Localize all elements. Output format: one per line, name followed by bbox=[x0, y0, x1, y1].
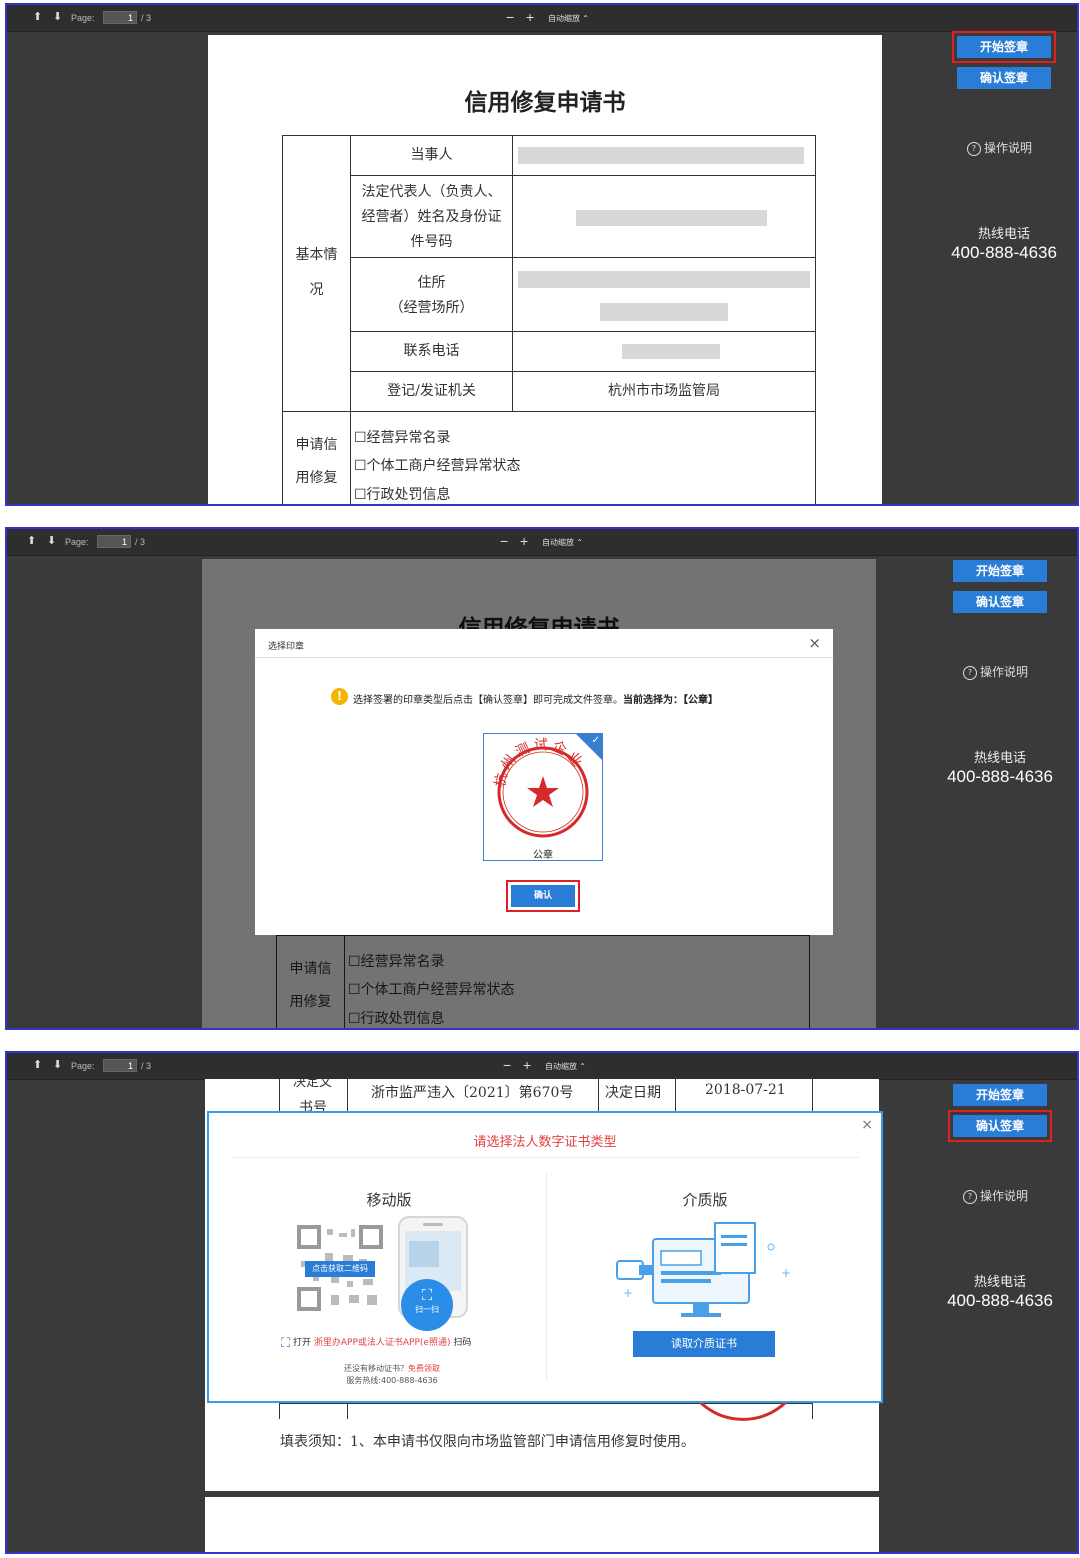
select-seal-modal: 选择印章 × ! 选择签署的印章类型后点击【确认签章】即可完成文件签章。当前选择… bbox=[255, 629, 833, 935]
redacted-value bbox=[518, 147, 804, 164]
scan-frame-icon: ⛶ bbox=[281, 1336, 291, 1351]
page-total: / 3 bbox=[141, 1061, 152, 1071]
page-label: Page: bbox=[71, 13, 95, 23]
seal-confirm-button[interactable]: 确认 bbox=[506, 880, 580, 912]
prev-page-icon[interactable]: ⬆ bbox=[33, 1058, 42, 1071]
row-label-phone: 联系电话 bbox=[403, 343, 460, 359]
start-sign-button[interactable]: 开始签章 bbox=[953, 1084, 1047, 1106]
question-icon: ? bbox=[963, 666, 977, 680]
scan-icon: ⛶ bbox=[421, 1286, 433, 1304]
start-sign-button[interactable]: 开始签章 bbox=[953, 560, 1047, 582]
pdf-toolbar: ⬆ ⬇ Page: 1 / 3 − + 自动缩放 ⌃ bbox=[7, 529, 1077, 556]
prev-page-icon[interactable]: ⬆ bbox=[33, 10, 42, 23]
fill-notice: 填表须知：1、本申请书仅限向市场监管部门申请信用修复时使用。 bbox=[280, 1434, 695, 1450]
section-basic-label: 基本情况 bbox=[295, 247, 338, 298]
viewer-panel-3: ⬆ ⬇ Page: 1 / 3 − + 自动缩放 ⌃ 决定文 书号 浙市监严违入… bbox=[5, 1051, 1079, 1554]
doc-no-label-top: 决定文 bbox=[293, 1079, 333, 1090]
checkbox-individual-abnormal[interactable]: ☐个体工商户经营异常状态 bbox=[354, 455, 521, 475]
hotline-number: 400-888-4636 bbox=[947, 1291, 1053, 1310]
get-qr-button[interactable]: 点击获取二维码 bbox=[305, 1261, 375, 1277]
warning-icon: ! bbox=[331, 688, 348, 705]
zoom-out-button[interactable]: − bbox=[506, 9, 514, 25]
svg-text:杭州测试企业: 杭州测试企业 bbox=[492, 737, 587, 788]
redacted-value bbox=[600, 303, 728, 321]
page-total: / 3 bbox=[141, 13, 152, 23]
date-value: 2018-07-21 bbox=[705, 1082, 786, 1098]
hotline-label: 热线电话 bbox=[973, 1275, 1026, 1290]
zoom-in-button[interactable]: + bbox=[523, 1057, 531, 1073]
scan-button[interactable]: ⛶ 扫一扫 bbox=[401, 1279, 453, 1331]
confirm-sign-button[interactable]: 确认签章 bbox=[948, 1110, 1052, 1142]
zoom-out-button[interactable]: − bbox=[500, 533, 508, 549]
row-label-party: 当事人 bbox=[410, 147, 453, 163]
start-sign-button[interactable]: 开始签章 bbox=[952, 31, 1056, 63]
no-cert-note: 还没有移动证书？免费领取 bbox=[344, 1364, 440, 1373]
zoom-out-button[interactable]: − bbox=[503, 1057, 511, 1073]
document-title: 信用修复申请书 bbox=[464, 89, 626, 116]
zoom-in-button[interactable]: + bbox=[526, 9, 534, 25]
pdf-toolbar: ⬆ ⬇ Page: 1 / 3 − + 自动缩放 ⌃ bbox=[7, 1053, 1077, 1080]
question-icon: ? bbox=[963, 1190, 977, 1204]
viewer-panel-2: ⬆ ⬇ Page: 1 / 3 − + 自动缩放 ⌃ 信用修复申请书 申请信用修… bbox=[5, 527, 1079, 1030]
document-page-next bbox=[205, 1497, 879, 1552]
confirm-sign-button[interactable]: 确认签章 bbox=[957, 67, 1051, 89]
next-page-icon[interactable]: ⬇ bbox=[47, 534, 56, 547]
cert-type-modal: 请选择法人数字证书类型 × 移动版 点击获取二维码 ⛶ 扫一扫 ⛶ 打开 浙里办… bbox=[207, 1111, 883, 1403]
redacted-value bbox=[518, 271, 810, 288]
hotline-number: 400-888-4636 bbox=[947, 767, 1053, 786]
row-label-legal-rep: 法定代表人（负责人、 经营者）姓名及身份证 件号码 bbox=[361, 184, 502, 250]
open-app-hint: ⛶ 打开 浙里办APP或法人证书APP(e照通) 扫码 bbox=[281, 1336, 472, 1351]
computer-usb-icon: + + bbox=[616, 1222, 791, 1317]
confirm-sign-button[interactable]: 确认签章 bbox=[953, 591, 1047, 613]
authority-value: 杭州市市场监管局 bbox=[608, 383, 720, 399]
section-apply-label: 申请信用修复 bbox=[295, 437, 338, 486]
seal-option-official[interactable]: 杭州测试企业 ✓ 公章 bbox=[483, 733, 603, 861]
next-page-icon[interactable]: ⬇ bbox=[53, 1058, 62, 1071]
help-link[interactable]: ? 操作说明 bbox=[963, 663, 1028, 680]
page-label: Page: bbox=[65, 537, 89, 547]
page-input[interactable]: 1 bbox=[103, 11, 137, 24]
document-page: 信用修复申请书 基本情况 当事人 法定代表人（负责人、 经营者）姓名及身份证 件号码… bbox=[208, 35, 882, 504]
date-label: 决定日期 bbox=[605, 1085, 661, 1101]
doc-no-value: 浙市监严违入〔2021〕第670号 bbox=[371, 1085, 574, 1101]
checkbox-abnormal-list[interactable]: ☐经营异常名录 bbox=[354, 427, 451, 447]
viewer-panel-1: ⬆ ⬇ Page: 1 / 3 − + 自动缩放 ⌃ 信用修复申请书 基本情况 … bbox=[5, 3, 1079, 506]
pdf-toolbar: ⬆ ⬇ Page: 1 / 3 − + 自动缩放 ⌃ bbox=[7, 5, 1077, 32]
checkbox-penalty-info[interactable]: ☐行政处罚信息 bbox=[354, 484, 451, 504]
close-icon[interactable]: × bbox=[861, 1117, 873, 1133]
next-page-icon[interactable]: ⬇ bbox=[53, 10, 62, 23]
modal-message: 选择签署的印章类型后点击【确认签章】即可完成文件签章。当前选择为：【公章】 bbox=[353, 695, 718, 706]
page-total: / 3 bbox=[135, 537, 146, 547]
question-icon: ? bbox=[967, 142, 981, 156]
hotline-number: 400-888-4636 bbox=[951, 243, 1057, 262]
svg-text:+: + bbox=[781, 1266, 791, 1280]
zoom-in-button[interactable]: + bbox=[520, 533, 528, 549]
page-label: Page: bbox=[71, 1061, 95, 1071]
page-input[interactable]: 1 bbox=[97, 535, 131, 548]
modal-title: 请选择法人数字证书类型 bbox=[473, 1135, 617, 1150]
zoom-select[interactable]: 自动缩放 ⌃ bbox=[545, 1061, 586, 1072]
hotline-label: 热线电话 bbox=[977, 227, 1030, 242]
mobile-version-title: 移动版 bbox=[366, 1191, 412, 1209]
seal-name: 公章 bbox=[533, 850, 553, 861]
read-media-cert-button[interactable]: 读取介质证书 bbox=[633, 1331, 775, 1357]
zoom-select[interactable]: 自动缩放 ⌃ bbox=[542, 537, 583, 548]
media-version-title: 介质版 bbox=[682, 1191, 728, 1209]
check-icon: ✓ bbox=[591, 735, 600, 746]
zoom-select[interactable]: 自动缩放 ⌃ bbox=[548, 13, 589, 24]
page-input[interactable]: 1 bbox=[103, 1059, 137, 1072]
help-link[interactable]: ? 操作说明 bbox=[967, 139, 1032, 156]
svg-text:+: + bbox=[623, 1286, 633, 1300]
row-label-address: 住所 （经营场所） bbox=[389, 275, 474, 316]
help-link[interactable]: ? 操作说明 bbox=[963, 1187, 1028, 1204]
modal-title: 选择印章 bbox=[268, 642, 305, 652]
service-hotline: 服务热线:400-888-4636 bbox=[346, 1376, 438, 1385]
hotline-label: 热线电话 bbox=[973, 751, 1026, 766]
free-claim-link[interactable]: 免费领取 bbox=[408, 1364, 440, 1373]
row-label-authority: 登记/发证机关 bbox=[387, 383, 476, 399]
redacted-value bbox=[622, 344, 720, 359]
redacted-value bbox=[576, 210, 767, 226]
prev-page-icon[interactable]: ⬆ bbox=[27, 534, 36, 547]
close-icon[interactable]: × bbox=[808, 634, 821, 652]
